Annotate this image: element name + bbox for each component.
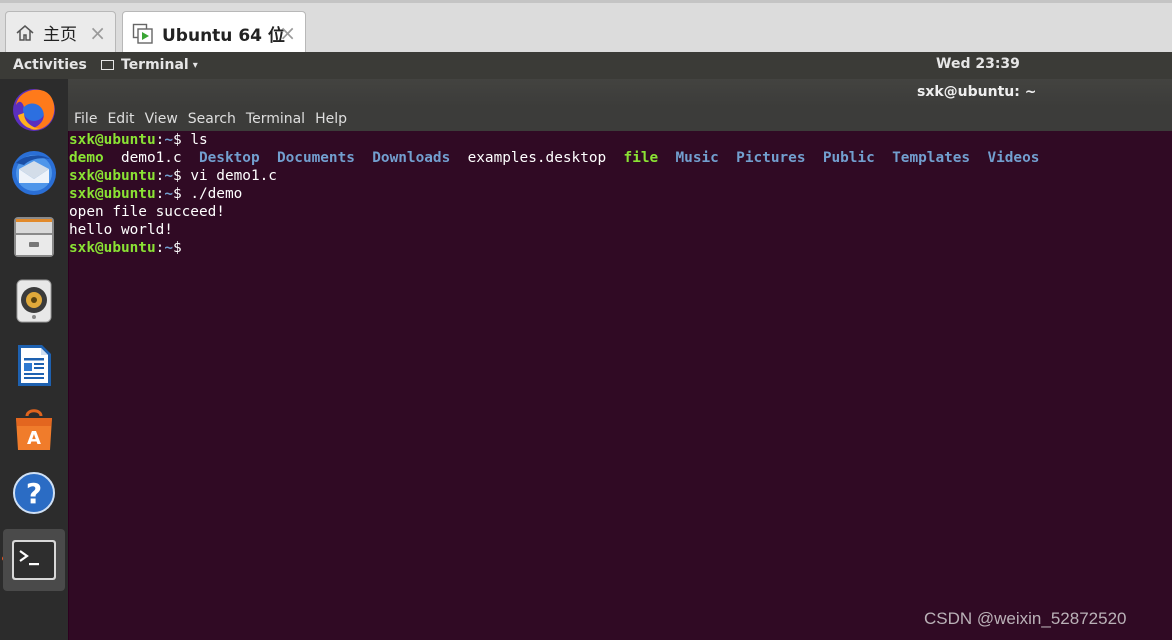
watermark: CSDN @weixin_52872520 [924, 609, 1127, 628]
gnome-top-bar: Activities Terminal ▾ Wed 23:39 [0, 52, 1172, 79]
ls-spacer [450, 150, 467, 166]
prompt-sep: : [155, 240, 165, 256]
ls-spacer [260, 150, 277, 166]
prompt-user: sxk@ubuntu [69, 240, 156, 256]
home-icon [15, 23, 35, 43]
ls-spacer [182, 150, 199, 166]
prompt-user: sxk@ubuntu [69, 186, 156, 202]
ls-spacer [970, 150, 987, 166]
terminal-output-area[interactable]: sxk@ubuntu:~$ ls demo demo1.c Desktop Do… [69, 131, 1172, 640]
ls-entry: Pictures [736, 150, 806, 166]
firefox-icon[interactable] [8, 83, 60, 135]
help-icon[interactable]: ? [8, 467, 60, 519]
menu-search[interactable]: Search [188, 107, 236, 131]
thunderbird-icon[interactable] [8, 147, 60, 199]
menu-file[interactable]: File [74, 107, 97, 131]
close-icon[interactable]: × [279, 21, 296, 45]
ls-entry: demo [69, 150, 104, 166]
vm-icon [132, 23, 154, 45]
ls-spacer [104, 150, 121, 166]
vm-tab-strip: 主页 × Ubuntu 64 位 × [0, 0, 1172, 55]
ls-entry: Downloads [372, 150, 451, 166]
output-line: hello world! [69, 222, 173, 238]
ls-entry: file [623, 150, 659, 166]
ls-spacer [658, 150, 675, 166]
terminal-line: sxk@ubuntu:~$ [69, 239, 1172, 257]
ls-spacer [805, 150, 822, 166]
terminal-line: sxk@ubuntu:~$ ls [69, 131, 1172, 149]
terminal-line: sxk@ubuntu:~$ vi demo1.c [69, 167, 1172, 185]
prompt-tail: $ [172, 132, 191, 148]
output-line: open file succeed! [69, 204, 225, 220]
ls-spacer [606, 150, 623, 166]
prompt-tail: $ [172, 168, 191, 184]
svg-text:A: A [27, 428, 41, 449]
terminal-titlebar[interactable]: sxk@ubuntu: ~ [68, 79, 1172, 107]
terminal-icon[interactable] [3, 529, 65, 591]
ls-entry: Videos [987, 150, 1040, 166]
ls-entry: Public [822, 150, 875, 166]
menu-help[interactable]: Help [315, 107, 347, 131]
terminal-line: sxk@ubuntu:~$ ./demo [69, 185, 1172, 203]
terminal-small-icon [101, 60, 114, 70]
dock: A ? [0, 79, 68, 640]
files-icon[interactable] [8, 211, 60, 263]
ls-entry: Desktop [198, 150, 260, 166]
ls-spacer [875, 150, 892, 166]
ls-output-line: demo demo1.c Desktop Documents Downloads… [69, 149, 1172, 167]
chevron-down-icon: ▾ [192, 59, 198, 71]
ls-spacer [355, 150, 372, 166]
terminal-menubar: File Edit View Search Terminal Help [68, 107, 1172, 131]
ls-entry: Templates [892, 150, 971, 166]
activities-button[interactable]: Activities [13, 57, 87, 73]
menu-terminal[interactable]: Terminal [246, 107, 305, 131]
app-menu-button[interactable]: Terminal ▾ [101, 57, 198, 73]
tab-ubuntu-vm[interactable]: Ubuntu 64 位 × [122, 11, 306, 55]
prompt-tail: $ [172, 186, 191, 202]
prompt-path: ~ [164, 168, 173, 184]
command-text: vi demo1.c [190, 168, 277, 184]
ls-entry: Music [675, 150, 719, 166]
ls-entry: demo1.c [120, 150, 182, 166]
prompt-user: sxk@ubuntu [69, 168, 156, 184]
prompt-sep: : [155, 132, 165, 148]
menu-edit[interactable]: Edit [107, 107, 134, 131]
prompt-path: ~ [164, 132, 173, 148]
rhythmbox-icon[interactable] [8, 275, 60, 327]
ls-spacer [719, 150, 736, 166]
software-icon[interactable]: A [8, 403, 60, 455]
tab-home-label: 主页 [43, 25, 77, 45]
prompt-tail: $ [172, 240, 191, 256]
writer-icon[interactable] [8, 339, 60, 391]
prompt-sep: : [155, 168, 165, 184]
command-text: ./demo [190, 186, 243, 202]
svg-text:?: ? [26, 477, 42, 510]
ls-entry: Documents [276, 150, 355, 166]
tab-home[interactable]: 主页 × [5, 11, 116, 53]
app-menu-label: Terminal [121, 57, 189, 73]
prompt-path: ~ [164, 186, 173, 202]
clock[interactable]: Wed 23:39 [936, 56, 1020, 72]
command-text: ls [190, 132, 208, 148]
prompt-sep: : [155, 186, 165, 202]
close-icon[interactable]: × [89, 21, 106, 45]
tab-ubuntu-label: Ubuntu 64 位 [162, 26, 285, 46]
prompt-user: sxk@ubuntu [69, 132, 156, 148]
prompt-path: ~ [164, 240, 173, 256]
ls-entry: examples.desktop [467, 150, 607, 166]
terminal-window-title: sxk@ubuntu: ~ [917, 84, 1037, 100]
menu-view[interactable]: View [145, 107, 178, 131]
